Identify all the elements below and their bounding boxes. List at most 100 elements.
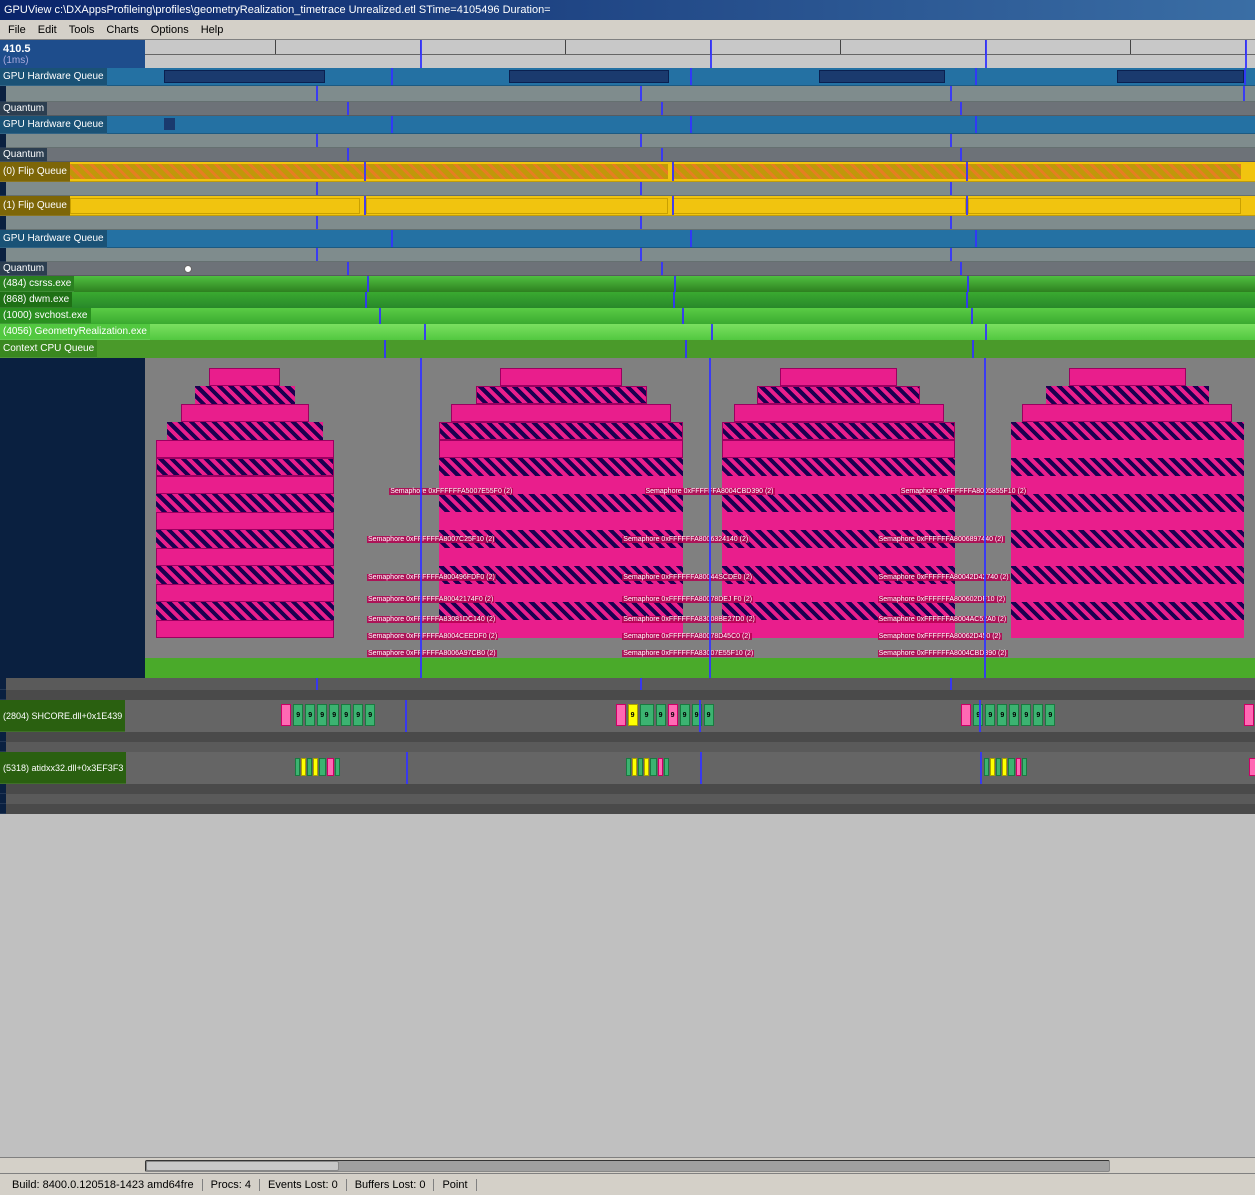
atidxx-block <box>1022 758 1027 776</box>
track-flip-0: (0) Flip Queue <box>0 162 1255 182</box>
gpu-viz-bottom <box>145 658 1255 678</box>
content-quantum-2 <box>47 148 1255 162</box>
shcore-block <box>1244 704 1254 726</box>
atidxx-block <box>990 758 995 776</box>
sem-label-7: Semaphore 0xFFFFFFA8006A97CB0 (2) <box>367 650 497 657</box>
label-shcore: (2804) SHCORE.dll+0x1E439 <box>0 700 125 732</box>
shcore-block: 9 <box>680 704 690 726</box>
pyramid-group-3 <box>722 368 955 658</box>
atidxx-block <box>638 758 643 776</box>
menu-file[interactable]: File <box>2 23 32 37</box>
shcore-block: 9 <box>985 704 995 726</box>
sem-label-4: Semaphore 0xFFFFFFA80042174F0 (2) <box>367 596 494 603</box>
atidxx-block <box>313 758 318 776</box>
atidxx-block <box>1249 758 1255 776</box>
atidxx-block <box>644 758 649 776</box>
menu-tools[interactable]: Tools <box>63 23 101 37</box>
atidxx-block <box>664 758 669 776</box>
content-ctx-cpu <box>97 340 1255 358</box>
tracks-scroll[interactable]: GPU Hardware Queue <box>0 68 1255 1157</box>
label-gpu-hw-3: GPU Hardware Queue <box>0 230 107 248</box>
activity-gpu-hw-1-3 <box>819 70 945 83</box>
label-flip-1: (1) Flip Queue <box>0 196 70 216</box>
sem-label-13: Semaphore 0xFFFFFFA80078D45C0 (2) <box>622 633 751 640</box>
menu-help[interactable]: Help <box>195 23 230 37</box>
atidxx-block <box>984 758 989 776</box>
track-quantum-2: Quantum <box>0 148 1255 162</box>
label-proc-4056: (4056) GeometryRealization.exe <box>0 324 150 340</box>
menu-charts[interactable]: Charts <box>100 23 144 37</box>
v-marker-4 <box>1245 40 1247 68</box>
label-ctx-cpu: Context CPU Queue <box>0 340 97 358</box>
track-ctx-cpu: Context CPU Queue <box>0 340 1255 358</box>
atidxx-block <box>658 758 663 776</box>
atidxx-block <box>632 758 637 776</box>
menu-options[interactable]: Options <box>145 23 195 37</box>
track-gpu-hw-2b <box>0 134 1255 148</box>
label-gpu-hw-1: GPU Hardware Queue <box>0 68 107 86</box>
content-atidxx-sub1 <box>6 784 1255 794</box>
content-flip-0 <box>70 162 1255 182</box>
label-atidxx: (5318) atidxx32.dll+0x3EF3F3 <box>0 752 126 784</box>
atidxx-group-4 <box>1249 758 1255 776</box>
atidxx-block <box>295 758 300 776</box>
horizontal-scrollbar[interactable] <box>0 1157 1255 1173</box>
content-proc-868 <box>72 292 1255 308</box>
sem-label-21: Semaphore 0xFFFFFFA8004CBD390 (2) <box>878 650 1008 657</box>
shcore-block: 9 <box>656 704 666 726</box>
content-gpu-hw-2 <box>107 116 1255 134</box>
menu-edit[interactable]: Edit <box>32 23 63 37</box>
track-flip-0b <box>0 182 1255 196</box>
content-gpu-hw-1b <box>6 86 1255 102</box>
track-gpu-hw-3: GPU Hardware Queue <box>0 230 1255 248</box>
pyramid-group-4 <box>1011 368 1244 658</box>
sem-label-2: Semaphore 0xFFFFFFA8007C25F10 (2) <box>367 536 495 543</box>
shcore-block <box>616 704 626 726</box>
shcore-block: 9 <box>305 704 315 726</box>
sem-label-17: Semaphore 0xFFFFFFA80042D42740 (2) <box>878 574 1010 581</box>
sem-label-1: Semaphore 0xFFFFFFA5007E55F0 (2) <box>389 488 513 495</box>
sem-label-5: Semaphore 0xFFFFFFA83081DC140 (2) <box>367 616 496 623</box>
label-gpu-hw-2: GPU Hardware Queue <box>0 116 107 134</box>
sem-label-14: Semaphore 0xFFFFFFA83007E55F10 (2) <box>622 650 754 657</box>
track-gpu-hw-1b <box>0 86 1255 102</box>
status-build: Build: 8400.0.120518-1423 amd64fre <box>4 1179 203 1191</box>
sem-label-12: Semaphore 0xFFFFFFA83008BE27D0 (2) <box>622 616 756 623</box>
shcore-group-3: 9 9 9 9 9 9 9 <box>961 704 1055 726</box>
content-quantum-3 <box>47 262 1255 276</box>
shcore-group-1: 9 9 9 9 9 9 9 <box>281 704 375 726</box>
v-marker-3 <box>985 40 987 68</box>
content-flip-1 <box>70 196 1255 216</box>
label-proc-1000: (1000) svchost.exe <box>0 308 91 324</box>
sem-label-3: Semaphore 0xFFFFFFA800496FDF0 (2) <box>367 574 496 581</box>
shcore-block: 9 <box>317 704 327 726</box>
shcore-block <box>281 704 291 726</box>
sem-label-19: Semaphore 0xFFFFFFA8004AC52A0 (2) <box>878 616 1008 623</box>
content-quantum-1 <box>47 102 1255 116</box>
shcore-block: 9 <box>365 704 375 726</box>
shcore-block: 9 <box>973 704 983 726</box>
track-proc-868: (868) dwm.exe <box>0 292 1255 308</box>
label-gpu-viz <box>0 358 145 678</box>
pyramid-group-2 <box>439 368 683 658</box>
shcore-block: 9 <box>353 704 363 726</box>
track-proc-4056: (4056) GeometryRealization.exe <box>0 324 1255 340</box>
shcore-block: 9 <box>628 704 638 726</box>
atidxx-group-1 <box>295 758 340 776</box>
track-proc-1000: (1000) svchost.exe <box>0 308 1255 324</box>
atidxx-block <box>301 758 306 776</box>
content-gpu-hw-1 <box>107 68 1255 86</box>
vmark <box>391 68 393 85</box>
status-bar: Build: 8400.0.120518-1423 amd64fre Procs… <box>0 1173 1255 1195</box>
status-procs: Procs: 4 <box>203 1179 260 1191</box>
ruler-time: 410.5 <box>3 43 142 55</box>
content-shcore: 9 9 9 9 9 9 9 9 9 9 9 <box>125 700 1255 732</box>
shcore-block: 9 <box>668 704 678 726</box>
track-atidxx-sub2 <box>0 794 1255 804</box>
content-gpu-viz: Semaphore 0xFFFFFFA5007E55F0 (2) Semapho… <box>145 358 1255 678</box>
atidxx-group-2 <box>626 758 669 776</box>
content-proc-1000 <box>91 308 1255 324</box>
track-atidxx-sub1 <box>0 784 1255 794</box>
status-buffers-lost: Buffers Lost: 0 <box>347 1179 435 1191</box>
content-gpu-hw-3 <box>107 230 1255 248</box>
